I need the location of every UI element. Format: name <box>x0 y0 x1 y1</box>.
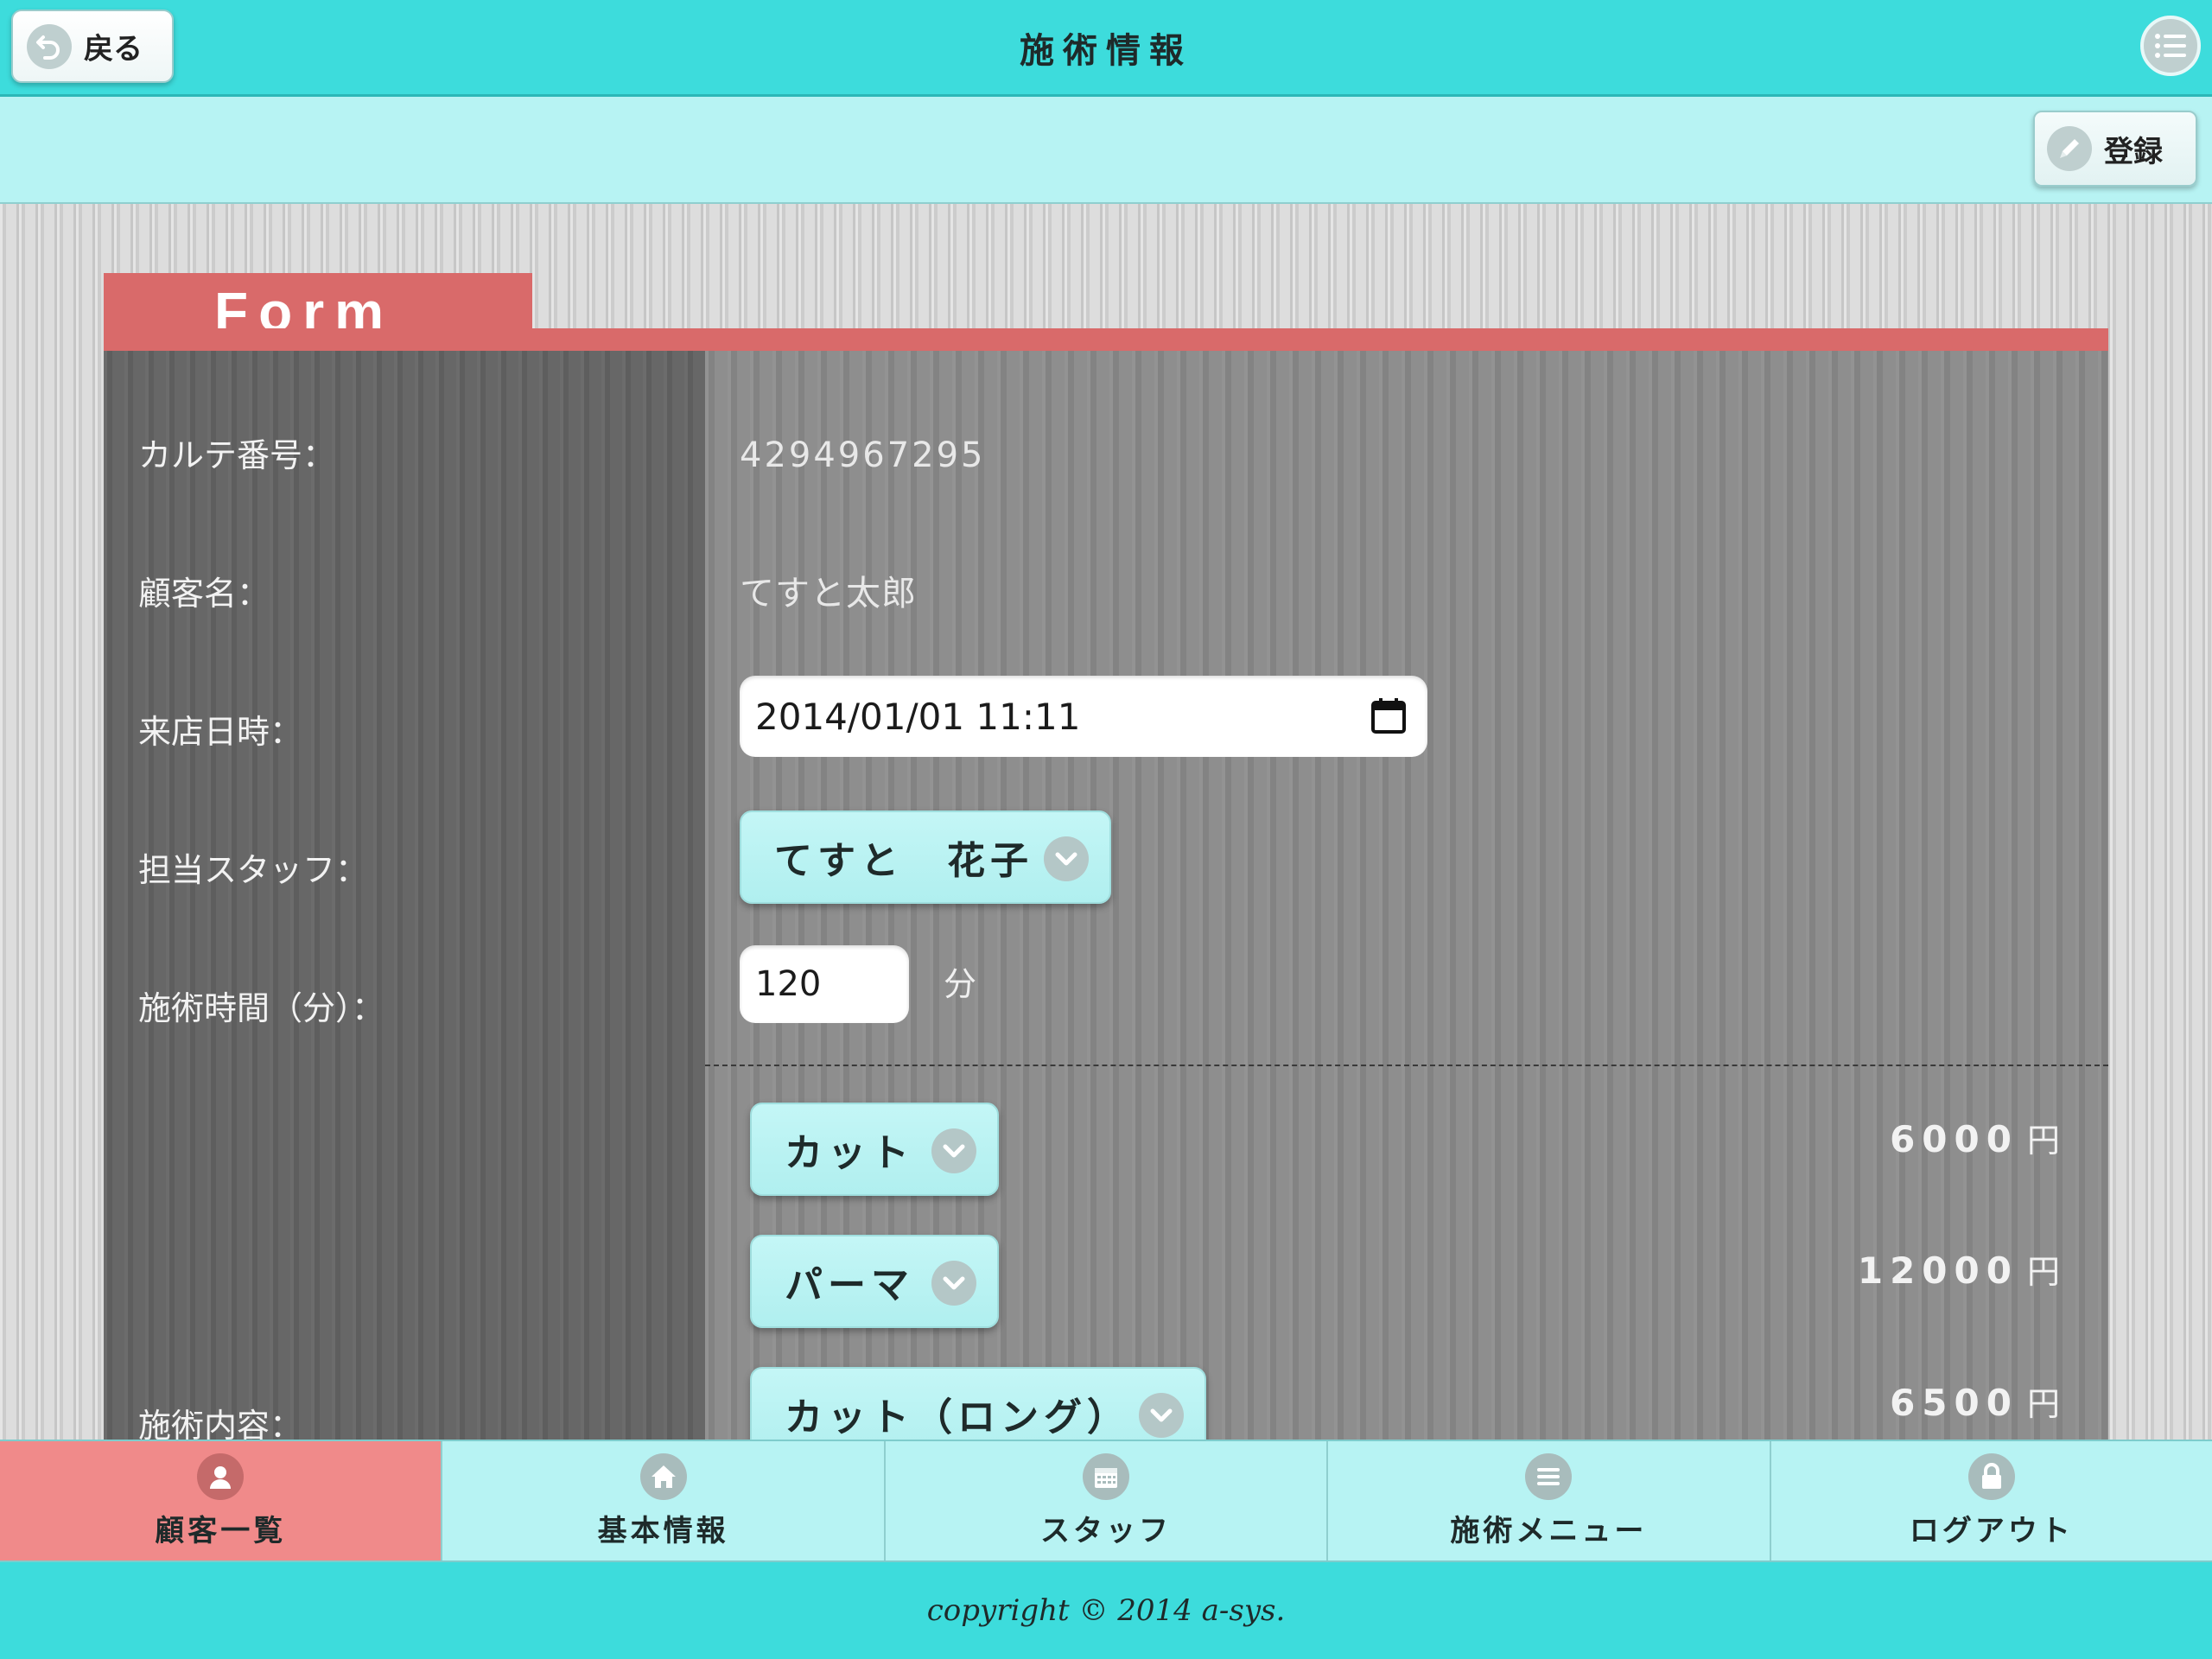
nav-item-customers[interactable]: 顧客一覧 <box>0 1441 443 1560</box>
nav-item-logout[interactable]: ログアウト <box>1770 1441 2212 1560</box>
treatment-name: カット（ロング） <box>785 1395 1130 1440</box>
calendar-icon <box>1083 1452 1130 1500</box>
staff-label: 担当スタッフ： <box>138 851 369 889</box>
page-title: 施術情報 <box>1020 30 1192 71</box>
customer-name-label: 顧客名： <box>138 575 270 613</box>
currency-unit: 円 <box>2026 1253 2060 1291</box>
treatment-name: パーマ <box>785 1263 914 1307</box>
duration-input[interactable]: 120 <box>740 945 909 1023</box>
nav-item-label: 顧客一覧 <box>155 1513 287 1548</box>
chevron-down-icon <box>931 1261 976 1306</box>
label-column: カルテ番号： 顧客名： 来店日時： 担当スタッフ： 施術時間（分）： 施術内容： <box>104 351 705 1440</box>
treatment-name: カット <box>785 1131 914 1175</box>
chevron-down-icon <box>1139 1393 1184 1438</box>
register-button-label: 登録 <box>2104 134 2163 169</box>
header-bar: 戻る 施術情報 <box>0 0 2212 97</box>
chevron-down-icon <box>1044 836 1089 881</box>
duration-value: 120 <box>755 964 822 1004</box>
treatment-select-3[interactable]: カット（ロング） <box>750 1367 1206 1440</box>
list-icon[interactable] <box>2140 16 2201 76</box>
nav-item-staff[interactable]: スタッフ <box>885 1441 1329 1560</box>
treatment-price-3: 6500 円 <box>1890 1377 2060 1429</box>
content-area: Form カルテ番号： 顧客名： 来店日時： 担当スタッフ： 施術時間（分）： … <box>0 204 2212 1440</box>
lock-icon <box>1967 1452 2015 1500</box>
treatment-select-2[interactable]: パーマ <box>750 1235 999 1328</box>
chevron-down-icon <box>931 1128 976 1173</box>
chart-number-value: 4294967295 <box>740 435 986 475</box>
home-icon <box>639 1452 687 1500</box>
pencil-icon <box>2047 126 2092 171</box>
duration-unit: 分 <box>944 965 977 1003</box>
treatment-select-1[interactable]: カット <box>750 1103 999 1196</box>
user-icon <box>197 1452 245 1500</box>
sub-toolbar: 登録 <box>0 97 2212 204</box>
treatment-label: 施術内容： <box>138 1407 303 1440</box>
price-value: 12000 <box>1857 1249 2018 1292</box>
duration-label: 施術時間（分）： <box>138 989 385 1027</box>
price-value: 6500 <box>1890 1382 2018 1424</box>
bottom-nav: 顧客一覧 基本情報 スタッフ 施術メニュー ログアウト <box>0 1440 2212 1562</box>
nav-item-label: 基本情報 <box>597 1513 729 1548</box>
section-divider <box>705 1065 2108 1066</box>
visit-datetime-label: 来店日時： <box>138 713 303 751</box>
nav-item-label: スタッフ <box>1040 1513 1173 1548</box>
register-button[interactable]: 登録 <box>2033 111 2197 187</box>
nav-item-label: ログアウト <box>1909 1513 2074 1548</box>
currency-unit: 円 <box>2026 1385 2060 1423</box>
treatment-price-2: 12000 円 <box>1858 1245 2060 1297</box>
value-column: 4294967295 てすと太郎 2014/01/01 11:11 てすと 花子 <box>705 351 2108 1440</box>
calendar-picker-icon[interactable] <box>1370 696 1407 734</box>
copyright-text: copyright © 2014 a-sys. <box>926 1593 1286 1628</box>
menu-lines-icon <box>1525 1452 1573 1500</box>
footer: copyright © 2014 a-sys. <box>0 1562 2212 1659</box>
treatment-price-1: 6000 円 <box>1890 1114 2060 1166</box>
form-header-bar <box>104 328 2108 351</box>
chart-number-label: カルテ番号： <box>138 436 336 474</box>
nav-item-treatment-menu[interactable]: 施術メニュー <box>1328 1441 1771 1560</box>
customer-name-value: てすと太郎 <box>740 574 917 613</box>
form-box: カルテ番号： 顧客名： 来店日時： 担当スタッフ： 施術時間（分）： 施術内容：… <box>104 351 2108 1440</box>
visit-datetime-input[interactable]: 2014/01/01 11:11 <box>740 676 1427 757</box>
currency-unit: 円 <box>2026 1122 2060 1160</box>
price-value: 6000 <box>1890 1118 2018 1160</box>
staff-select[interactable]: てすと 花子 <box>740 810 1111 904</box>
nav-item-basic-info[interactable]: 基本情報 <box>442 1441 886 1560</box>
visit-datetime-value: 2014/01/01 11:11 <box>755 695 1081 738</box>
nav-item-label: 施術メニュー <box>1450 1513 1648 1548</box>
staff-select-value: てすと 花子 <box>774 839 1033 883</box>
